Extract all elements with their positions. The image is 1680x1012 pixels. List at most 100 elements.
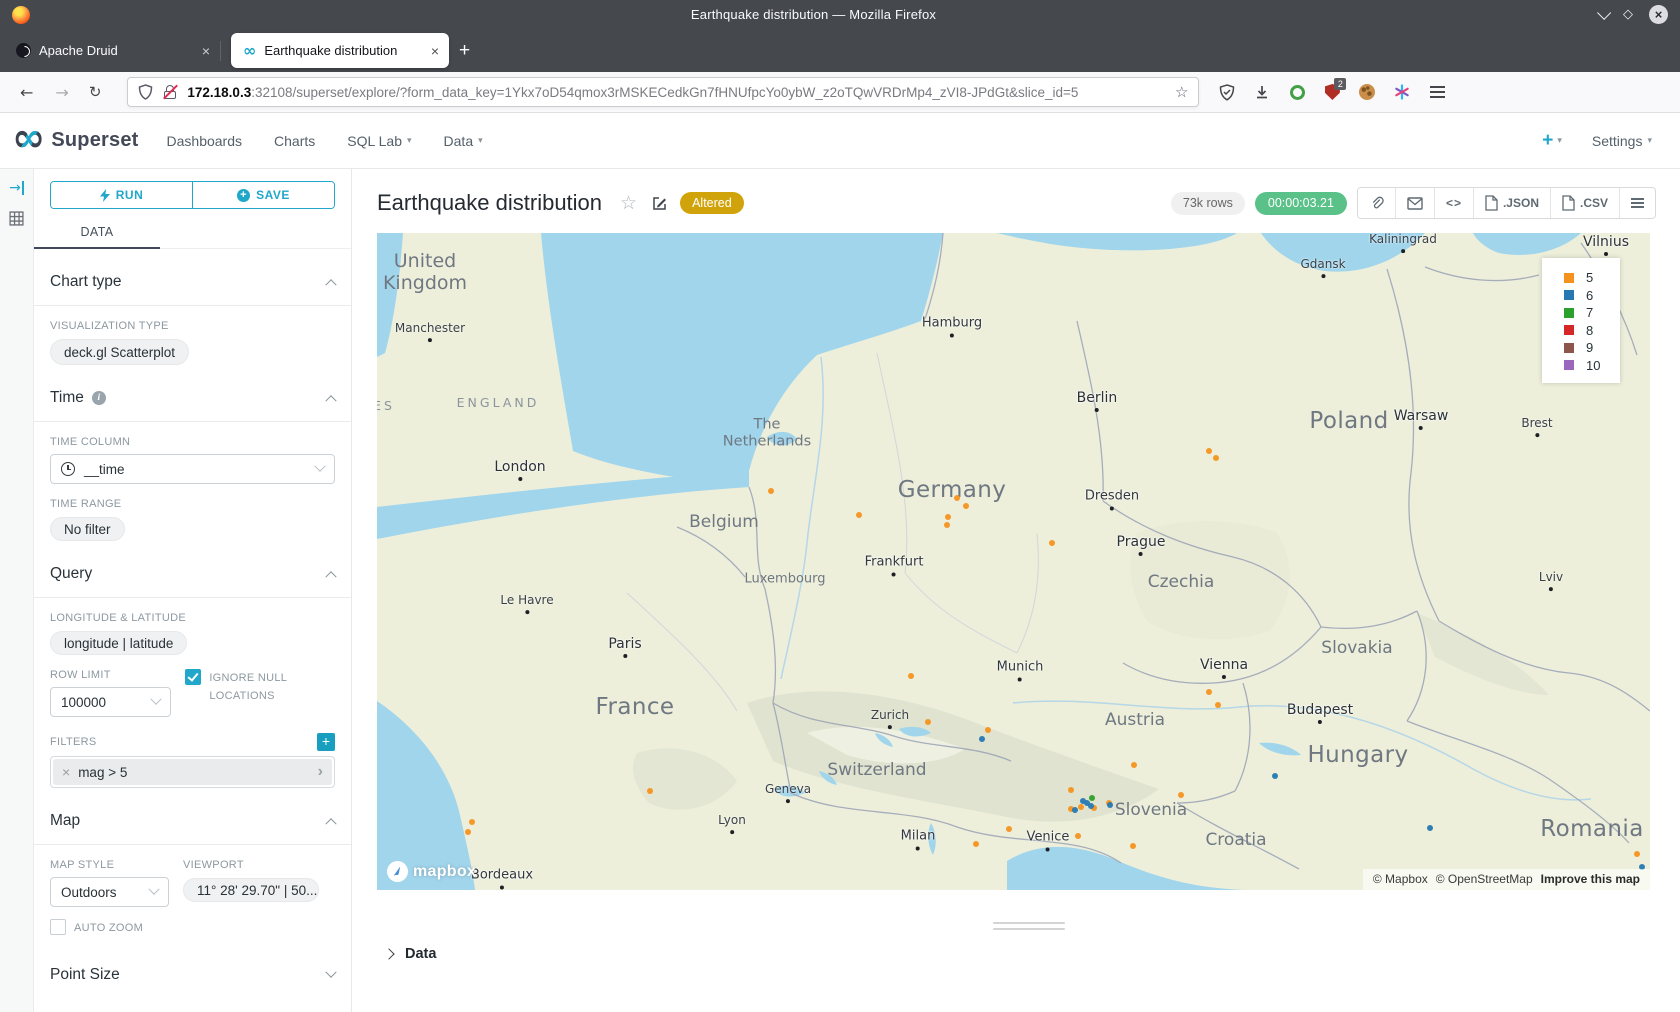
share-link-button[interactable] xyxy=(1358,188,1395,218)
map-style-select[interactable]: Outdoors xyxy=(50,877,169,907)
close-tab-icon[interactable]: × xyxy=(431,43,439,59)
section-map[interactable]: Map xyxy=(34,788,351,844)
favorite-star-icon[interactable]: ☆ xyxy=(620,192,637,214)
forward-button[interactable]: → xyxy=(55,83,68,102)
clock-icon xyxy=(61,462,75,476)
chart-menu-button[interactable] xyxy=(1619,188,1655,218)
settings-menu[interactable]: Settings▾ xyxy=(1592,133,1652,149)
export-csv-button[interactable]: .CSV xyxy=(1550,188,1619,218)
menu-hamburger-icon[interactable] xyxy=(1427,82,1447,102)
auto-zoom-label: AUTO ZOOM xyxy=(74,919,143,938)
add-filter-button[interactable]: + xyxy=(317,733,335,751)
altered-badge[interactable]: Altered xyxy=(680,192,744,214)
row-limit-select[interactable]: 100000 xyxy=(50,687,171,717)
email-button[interactable] xyxy=(1395,188,1434,218)
auto-zoom-checkbox[interactable] xyxy=(50,919,66,935)
deckgl-scatterplot-map[interactable]: United Kingdom Manchester ENGLAND ES Lon… xyxy=(377,233,1650,890)
firefox-logo-icon xyxy=(12,6,30,24)
ignore-null-checkbox[interactable] xyxy=(185,669,201,685)
nav-data[interactable]: Data▾ xyxy=(444,133,483,149)
earthquake-point xyxy=(1068,787,1074,793)
legend-swatch xyxy=(1564,308,1574,318)
file-icon xyxy=(1485,195,1498,211)
new-item-button[interactable]: +▾ xyxy=(1542,130,1562,152)
nav-sql-lab[interactable]: SQL Lab▾ xyxy=(347,133,411,149)
maximize-icon[interactable]: ◇ xyxy=(1623,7,1633,22)
attribution-improve-link[interactable]: Improve this map xyxy=(1541,872,1640,886)
save-button[interactable]: + SAVE xyxy=(192,182,334,208)
insecure-lock-icon[interactable] xyxy=(163,85,177,99)
chevron-down-icon xyxy=(325,966,336,977)
ublock-badge: 2 xyxy=(1334,78,1346,90)
chevron-down-icon xyxy=(314,461,325,472)
earthquake-point xyxy=(1107,802,1113,808)
tab-apache-druid[interactable]: Apache Druid × xyxy=(4,33,220,68)
chevron-up-icon xyxy=(325,395,336,406)
url-path: :32108/superset/explore/?form_data_key=1… xyxy=(251,85,1078,100)
section-time[interactable]: Timei xyxy=(34,365,351,421)
cookie-extension-icon[interactable] xyxy=(1357,82,1377,102)
time-column-select[interactable]: __time xyxy=(50,454,335,484)
earthquake-point xyxy=(944,522,950,528)
close-tab-icon[interactable]: × xyxy=(202,43,210,59)
time-range-value[interactable]: No filter xyxy=(50,517,125,541)
superset-brand[interactable]: Superset xyxy=(51,129,138,152)
nav-charts[interactable]: Charts xyxy=(274,133,315,149)
viewport-value[interactable]: 11° 28' 29.70" | 50... xyxy=(183,878,319,902)
dataset-grid-icon[interactable] xyxy=(9,211,24,226)
earthquake-points-layer xyxy=(377,233,1650,890)
lonlat-value[interactable]: longitude | latitude xyxy=(50,631,187,655)
viz-type-value[interactable]: deck.gl Scatterplot xyxy=(50,339,189,365)
tab-data[interactable]: DATA xyxy=(34,221,160,249)
chevron-down-icon xyxy=(151,694,162,705)
extension-green-icon[interactable] xyxy=(1287,82,1307,102)
tab-title: Earthquake distribution xyxy=(264,43,422,58)
time-column-label: TIME COLUMN xyxy=(50,436,335,448)
legend-swatch xyxy=(1564,290,1574,300)
back-button[interactable]: ← xyxy=(20,83,33,102)
section-chart-type[interactable]: Chart type xyxy=(34,249,351,305)
earthquake-point xyxy=(469,819,475,825)
run-button[interactable]: RUN xyxy=(51,182,192,208)
auto-zoom-checkbox-row[interactable]: AUTO ZOOM xyxy=(50,919,143,938)
url-bar[interactable]: 172.18.0.3:32108/superset/explore/?form_… xyxy=(127,77,1199,107)
legend-swatch xyxy=(1564,273,1574,283)
embed-code-button[interactable]: <> xyxy=(1434,188,1473,218)
lonlat-label: LONGITUDE & LATITUDE xyxy=(50,612,335,624)
section-point-size[interactable]: Point Size xyxy=(34,938,351,998)
expand-datasource-icon[interactable]: → xyxy=(9,181,24,195)
magnitude-legend: 5 6 7 xyxy=(1542,258,1620,383)
remove-filter-icon[interactable]: × xyxy=(62,764,70,780)
mapbox-logo[interactable]: mapbox xyxy=(387,861,476,882)
nav-dashboards[interactable]: Dashboards xyxy=(167,133,243,149)
edit-properties-icon[interactable] xyxy=(651,195,668,212)
downloads-icon[interactable] xyxy=(1252,82,1272,102)
export-json-button[interactable]: .JSON xyxy=(1473,188,1550,218)
url-text[interactable]: 172.18.0.3:32108/superset/explore/?form_… xyxy=(187,85,1167,100)
expand-filter-icon[interactable]: › xyxy=(318,763,323,781)
attribution-mapbox[interactable]: © Mapbox xyxy=(1373,872,1428,886)
pocket-shield-icon[interactable] xyxy=(1217,82,1237,102)
row-count-badge: 73k rows xyxy=(1171,192,1245,215)
earthquake-point xyxy=(1006,826,1012,832)
ublock-origin-icon[interactable]: 2 xyxy=(1322,82,1342,102)
superset-logo-icon[interactable]: ∞ xyxy=(12,118,45,158)
ignore-null-checkbox-row[interactable]: IGNORE NULL LOCATIONS xyxy=(185,669,335,717)
minimize-icon[interactable] xyxy=(1597,5,1611,19)
filter-chip[interactable]: × mag > 5 › xyxy=(53,759,332,785)
close-window-icon[interactable]: × xyxy=(1649,5,1668,24)
bookmark-star-icon[interactable]: ☆ xyxy=(1175,83,1188,101)
reload-button[interactable]: ↻ xyxy=(89,83,102,101)
save-plus-icon: + xyxy=(237,189,250,202)
info-icon: i xyxy=(92,391,106,405)
colorful-asterisk-extension-icon[interactable] xyxy=(1392,82,1412,102)
attribution-osm[interactable]: © OpenStreetMap xyxy=(1436,872,1533,886)
tab-earthquake-distribution[interactable]: ∞ Earthquake distribution × xyxy=(231,33,449,68)
resize-drag-handle[interactable] xyxy=(993,922,1065,930)
new-tab-button[interactable]: + xyxy=(459,40,470,62)
filter-container: × mag > 5 › xyxy=(50,756,335,788)
earthquake-point xyxy=(1078,804,1084,810)
section-query[interactable]: Query xyxy=(34,541,351,597)
tracking-shield-icon[interactable] xyxy=(138,84,153,100)
data-results-collapsible[interactable]: Data xyxy=(385,946,1680,962)
